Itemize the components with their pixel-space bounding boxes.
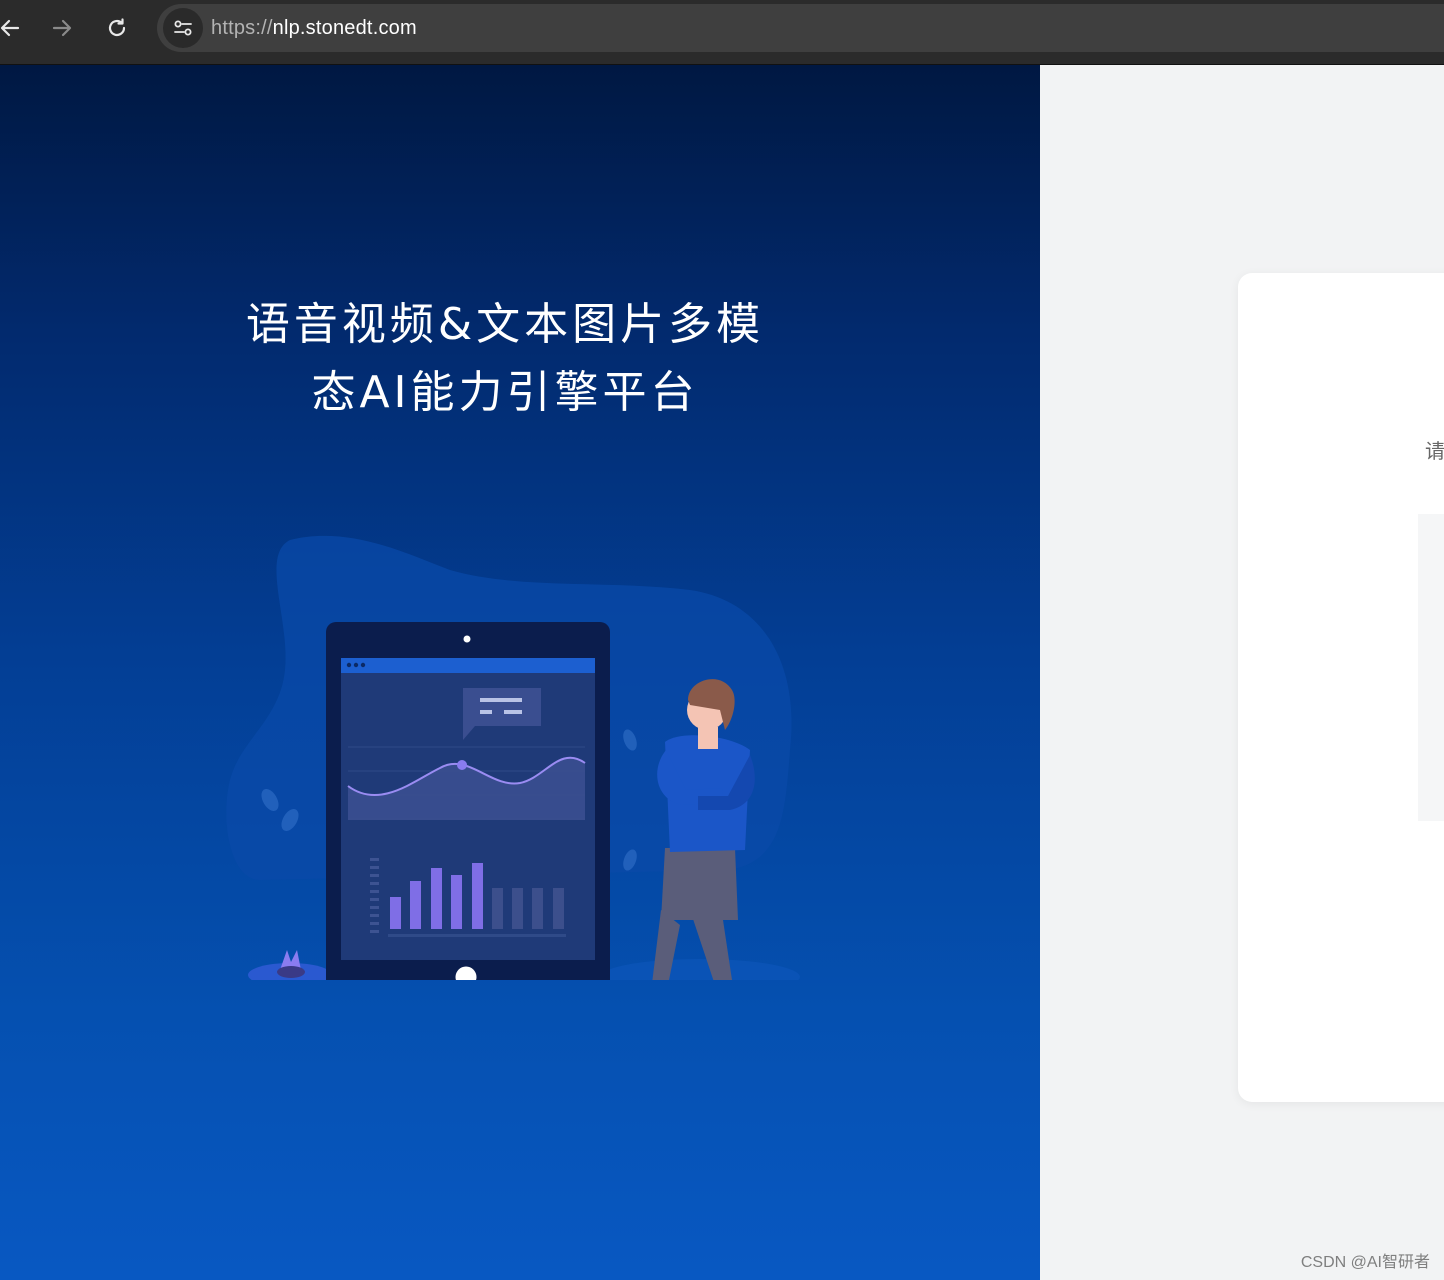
hero-title-line1: 语音视频&文本图片多模 [245, 299, 765, 350]
arrow-right-icon [52, 19, 72, 37]
hero-title-line2: 态AI能力引擎平台 [311, 367, 699, 418]
url-host: nlp.stonedt.com [272, 17, 417, 39]
back-button[interactable] [0, 12, 26, 44]
login-form-area[interactable] [1418, 514, 1444, 821]
tablet-camera [463, 635, 471, 643]
hero-panel: 语音视频&文本图片多模 态AI能力引擎平台 [0, 65, 1040, 1280]
reload-icon [108, 18, 126, 37]
ground-shadow [600, 959, 800, 980]
browser-toolbar: https://nlp.stonedt.com [0, 0, 1444, 65]
site-info-button[interactable] [163, 8, 203, 48]
wave-point [457, 760, 467, 770]
hero-title: 语音视频&文本图片多模 态AI能力引擎平台 [0, 291, 1010, 427]
url-text[interactable]: https://nlp.stonedt.com [211, 16, 417, 40]
address-bar[interactable]: https://nlp.stonedt.com [157, 4, 1444, 52]
csdn-watermark: CSDN @AI智研者 [1300, 1254, 1430, 1271]
screen-header-bar [341, 658, 595, 673]
login-hint-text: 请 [1425, 439, 1444, 463]
reload-button[interactable] [101, 12, 133, 44]
dashboard-illustration [226, 535, 800, 980]
tune-icon [174, 20, 192, 36]
login-card: 请 [1238, 273, 1444, 1102]
url-scheme: https:// [211, 17, 273, 39]
forward-button[interactable] [46, 12, 78, 44]
arrow-left-icon [0, 19, 20, 37]
